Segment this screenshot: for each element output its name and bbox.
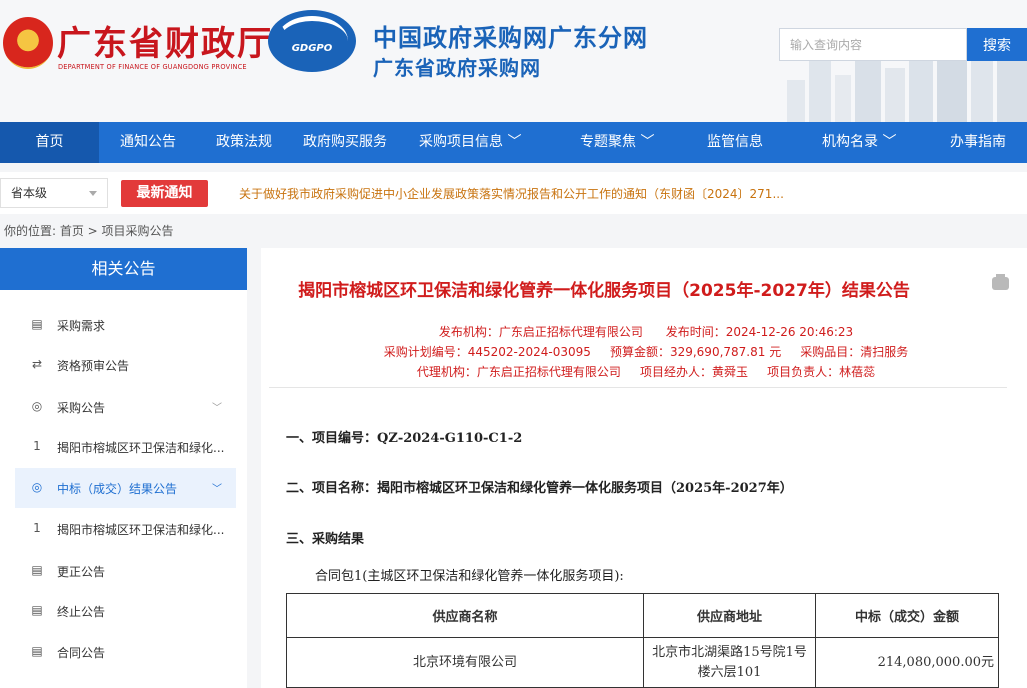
section-result: 三、采购结果 [286, 532, 365, 547]
gdgpo-logo[interactable]: GDGPO [268, 10, 356, 72]
document-icon: ▤ [31, 563, 43, 577]
sidebar-subitem-procurement-notice[interactable]: 1 揭阳市榕城区环卫保洁和绿化... [15, 427, 236, 467]
sidebar-title: 相关公告 [0, 248, 247, 290]
chevron-down-icon: ﹀ [503, 134, 522, 150]
supplier-name: 北京环境有限公司 [286, 637, 644, 688]
meta-budget: 预算金额：329,690,787.81 元 [609, 345, 782, 359]
sidebar-item-termination[interactable]: ▤ 终止公告 [15, 591, 236, 631]
table-header-address: 供应商地址 [643, 593, 816, 638]
chevron-down-icon: ﹀ [878, 134, 897, 150]
latest-notice-badge: 最新通知 [121, 180, 208, 207]
meta-line-3: 代理机构：广东启正招标代理有限公司 项目经办人：黄舜玉 项目负责人：林蓓蕊 [261, 363, 1027, 380]
nav-item-projects[interactable]: 采购项目信息 ﹀ [419, 122, 521, 163]
meta-publisher: 发布机构：广东启正招标代理有限公司 [438, 325, 643, 339]
sidebar-item-contract[interactable]: ▤ 合同公告 [15, 632, 236, 672]
sidebar-item-prequalification[interactable]: ⇄ 资格预审公告 [15, 345, 236, 385]
article-panel: 揭阳市榕城区环卫保洁和绿化管养一体化服务项目（2025年-2027年）结果公告 … [261, 248, 1027, 688]
site-header: 广东省财政厅 DEPARTMENT OF FINANCE OF GUANGDON… [0, 0, 1027, 122]
meta-agent: 代理机构：广东启正招标代理有限公司 [416, 365, 621, 379]
swap-icon: ⇄ [31, 357, 43, 371]
sidebar: 相关公告 ▤ 采购需求 ⇄ 资格预审公告 ◎ 采购公告 ﹀ 1 揭阳市榕城区环卫… [0, 248, 247, 688]
nav-item-gov-services[interactable]: 政府购买服务 [303, 122, 387, 163]
table-header-supplier: 供应商名称 [286, 593, 644, 638]
search-input[interactable] [779, 28, 967, 61]
sidebar-item-label: 资格预审公告 [57, 359, 130, 373]
site-title[interactable]: 中国政府采购网广东分网 [373, 18, 648, 53]
sidebar-item-label: 采购公告 [57, 401, 106, 415]
brand-subtitle-en: DEPARTMENT OF FINANCE OF GUANGDONG PROVI… [58, 63, 247, 71]
sidebar-item-requirements[interactable]: ▤ 采购需求 [15, 305, 236, 345]
sidebar-item-label: 揭阳市榕城区环卫保洁和绿化... [57, 523, 225, 537]
target-icon: ◎ [31, 480, 43, 494]
section-project-number: 一、项目编号：QZ-2024-G110-C1-2 [286, 431, 523, 446]
sidebar-subitem-result-notice[interactable]: 1 揭阳市榕城区环卫保洁和绿化... [15, 509, 236, 549]
table-header-amount: 中标（成交）金额 [815, 593, 999, 638]
nav-item-notices[interactable]: 通知公告 [120, 122, 176, 163]
main-nav: 首页 通知公告 政策法规 政府购买服务 采购项目信息 ﹀ 专题聚焦 ﹀ 监管信息… [0, 122, 1027, 163]
table-row: 北京环境有限公司 北京市北湖渠路15号院1号 楼六层101 214,080,000… [286, 637, 999, 688]
chevron-down-icon: ﹀ [212, 484, 222, 495]
award-amount: 214,080,000.00元 [815, 637, 999, 688]
meta-line-2: 采购计划编号：445202-2024-03095 预算金额：329,690,78… [261, 343, 1027, 360]
supplier-address: 北京市北湖渠路15号院1号 楼六层101 [643, 637, 816, 688]
sidebar-item-label: 中标（成交）结果公告 [57, 482, 178, 496]
meta-line-1: 发布机构：广东启正招标代理有限公司 发布时间：2024-12-26 20:46:… [261, 323, 1027, 340]
package-title: 合同包1(主城区环卫保洁和绿化管养一体化服务项目): [315, 569, 624, 584]
sidebar-item-label: 终止公告 [57, 605, 106, 619]
nav-item-policies[interactable]: 政策法规 [216, 122, 272, 163]
meta-plan-no: 采购计划编号：445202-2024-03095 [383, 345, 591, 359]
section-project-name: 二、项目名称：揭阳市榕城区环卫保洁和绿化管养一体化服务项目（2025年-2027… [286, 481, 793, 496]
notice-link[interactable]: 关于做好我市政府采购促进中小企业发展政策落实情况报告和公开工作的通知（东财函〔2… [239, 185, 784, 202]
chevron-down-icon: ﹀ [212, 403, 222, 414]
divider [269, 387, 1007, 388]
national-emblem-icon [3, 17, 53, 69]
nav-label: 采购项目信息 [419, 134, 503, 150]
notice-bar: 省本级 最新通知 关于做好我市政府采购促进中小企业发展政策落实情况报告和公开工作… [0, 172, 1027, 214]
document-icon: ▤ [31, 603, 43, 617]
meta-publish-time: 发布时间：2024-12-26 20:46:23 [665, 325, 854, 339]
article-title: 揭阳市榕城区环卫保洁和绿化管养一体化服务项目（2025年-2027年）结果公告 [298, 281, 910, 301]
document-icon: ▤ [31, 317, 43, 331]
level-select-value: 省本级 [11, 186, 48, 200]
logo-text: GDGPO [291, 43, 333, 54]
target-icon: ◎ [31, 399, 43, 413]
nav-item-directory[interactable]: 机构名录 ﹀ [822, 122, 896, 163]
search-button[interactable]: 搜索 [967, 28, 1027, 61]
caret-down-icon [89, 191, 97, 196]
sidebar-item-result-notice[interactable]: ◎ 中标（成交）结果公告 ﹀ [15, 468, 236, 508]
nav-label: 机构名录 [822, 134, 878, 150]
level-select[interactable]: 省本级 [0, 178, 108, 208]
sidebar-item-label: 更正公告 [57, 565, 106, 579]
sidebar-item-correction[interactable]: ▤ 更正公告 [15, 551, 236, 591]
sidebar-item-label: 采购需求 [57, 319, 106, 333]
sidebar-item-label: 合同公告 [57, 646, 106, 660]
nav-label: 专题聚焦 [580, 134, 636, 150]
print-icon[interactable] [992, 274, 1009, 290]
sidebar-item-label: 揭阳市榕城区环卫保洁和绿化... [57, 441, 225, 455]
nav-item-topics[interactable]: 专题聚焦 ﹀ [580, 122, 654, 163]
breadcrumb[interactable]: 你的位置: 首页 > 项目采购公告 [4, 222, 174, 239]
supplier-address-line-2: 楼六层101 [697, 664, 762, 680]
sidebar-item-procurement-notice[interactable]: ◎ 采购公告 ﹀ [15, 387, 236, 427]
result-table: 供应商名称 供应商地址 中标（成交）金额 北京环境有限公司 北京市北湖渠路15号… [286, 593, 999, 688]
meta-handler: 项目经办人：黄舜玉 [639, 365, 748, 379]
document-icon: ▤ [31, 644, 43, 658]
index-number: 1 [33, 439, 41, 453]
meta-manager: 项目负责人：林蓓蕊 [767, 365, 876, 379]
chevron-down-icon: ﹀ [636, 134, 655, 150]
nav-item-supervision[interactable]: 监管信息 [707, 122, 763, 163]
supplier-address-line-1: 北京市北湖渠路15号院1号 [652, 644, 807, 660]
meta-category: 采购品目：清扫服务 [800, 345, 909, 359]
site-subtitle: 广东省政府采购网 [373, 56, 541, 80]
brand-title[interactable]: 广东省财政厅 [57, 16, 273, 65]
nav-item-home[interactable]: 首页 [0, 122, 99, 163]
index-number: 1 [33, 521, 41, 535]
nav-item-guide[interactable]: 办事指南 [950, 122, 1006, 163]
